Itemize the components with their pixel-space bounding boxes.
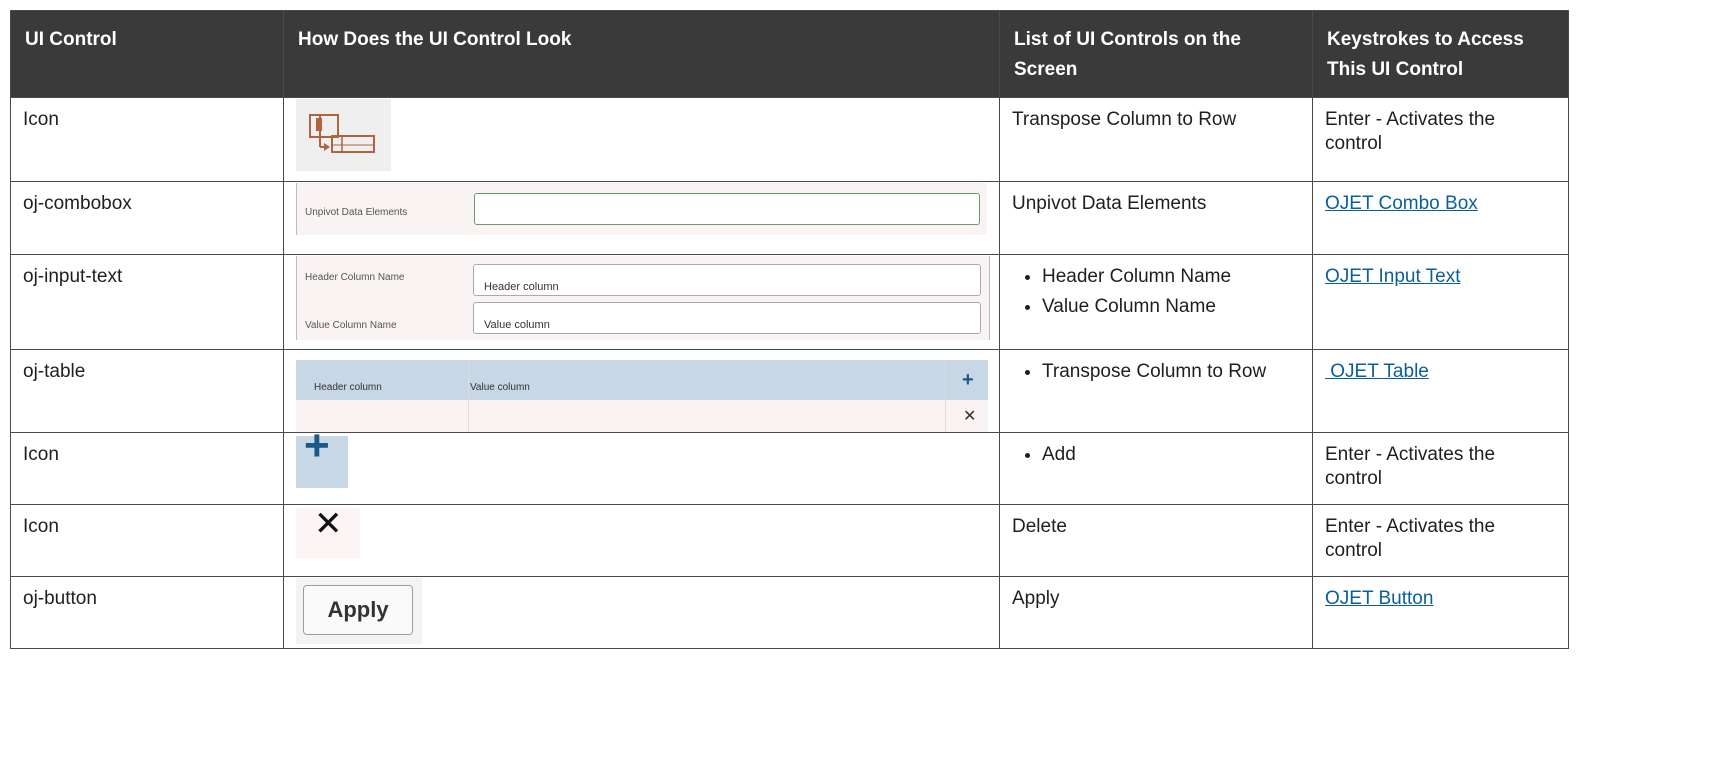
keystrokes: Enter - Activates the control xyxy=(1312,97,1569,182)
transpose-column-to-row-icon xyxy=(296,99,391,171)
control-type: oj-button xyxy=(10,576,284,649)
plus-icon[interactable]: + xyxy=(296,424,348,488)
table-row: Icon ✕ Delete Enter - Activates the cont… xyxy=(10,504,1569,577)
control-type: Icon xyxy=(10,97,284,182)
table-preview: Header column Value column + ✕ xyxy=(296,360,988,432)
ui-controls-table: UI Control How Does the UI Control Look … xyxy=(10,10,1569,649)
control-preview xyxy=(283,97,1000,182)
control-list-items: Transpose Column to Row xyxy=(1012,360,1300,384)
keystrokes: OJET Button xyxy=(1312,576,1569,649)
control-type: oj-input-text xyxy=(10,254,284,350)
table-preview-header xyxy=(296,360,988,400)
combobox-label: Unpivot Data Elements xyxy=(305,207,408,218)
value-column-name-label: Value Column Name xyxy=(305,320,397,331)
control-list-items: Add xyxy=(1012,443,1300,467)
keystrokes: OJET Table xyxy=(1312,349,1569,433)
close-icon[interactable]: ✕ xyxy=(963,405,976,429)
table-row: oj-combobox Unpivot Data Elements Unpivo… xyxy=(10,181,1569,255)
control-list: Apply xyxy=(999,576,1313,649)
table-row: oj-table Header column Value column + ✕ … xyxy=(10,349,1569,433)
unpivot-combobox-input[interactable] xyxy=(474,193,980,225)
table-row: Icon Transpose Column to Row Enter - Act… xyxy=(10,97,1569,182)
list-item: Header Column Name xyxy=(1042,265,1300,289)
control-list: Transpose Column to Row xyxy=(999,349,1313,433)
ojet-combobox-link[interactable]: OJET Combo Box xyxy=(1325,193,1478,214)
column-divider xyxy=(468,360,469,432)
control-list: Unpivot Data Elements xyxy=(999,181,1313,255)
control-list-items: Header Column Name Value Column Name xyxy=(1012,265,1300,319)
apply-button[interactable]: Apply xyxy=(303,585,413,635)
control-preview: Header Column Name Header column Value C… xyxy=(283,254,1000,350)
value-column-name-input[interactable]: Value column xyxy=(473,302,981,334)
control-preview: + xyxy=(283,424,1000,505)
ojet-button-link[interactable]: OJET Button xyxy=(1325,588,1433,609)
table-header-row: UI Control How Does the UI Control Look … xyxy=(10,10,1569,98)
table-preview-body xyxy=(296,400,988,432)
control-preview: ✕ xyxy=(283,504,1000,577)
header-column-name-label: Header Column Name xyxy=(305,272,405,283)
control-type: Icon xyxy=(10,504,284,577)
header-ui-control: UI Control xyxy=(10,10,284,98)
keystrokes: OJET Input Text xyxy=(1312,254,1569,350)
control-type: oj-table xyxy=(10,349,284,433)
table-col-header-column: Header column xyxy=(314,382,382,393)
header-look: How Does the UI Control Look xyxy=(283,10,1000,98)
keystrokes: OJET Combo Box xyxy=(1312,181,1569,255)
ojet-table-link[interactable]: OJET Table xyxy=(1325,361,1429,382)
control-list: Add xyxy=(999,432,1313,505)
list-item: Add xyxy=(1042,443,1300,467)
table-row: Icon + Add Enter - Activates the control xyxy=(10,424,1569,505)
keystrokes: Enter - Activates the control xyxy=(1312,432,1569,505)
list-item: Transpose Column to Row xyxy=(1042,360,1300,384)
input-text-preview: Header Column Name Header column Value C… xyxy=(296,256,990,340)
control-list: Transpose Column to Row xyxy=(999,97,1313,182)
control-list: Delete xyxy=(999,504,1313,577)
plus-icon[interactable]: + xyxy=(962,368,974,392)
ojet-input-text-link[interactable]: OJET Input Text xyxy=(1325,266,1461,287)
control-type: Icon xyxy=(10,432,284,505)
close-icon[interactable]: ✕ xyxy=(296,507,360,558)
column-divider xyxy=(945,360,946,432)
table-row: oj-button Apply Apply OJET Button xyxy=(10,576,1569,649)
header-list: List of UI Controls on the Screen xyxy=(999,10,1313,98)
table-col-value-column: Value column xyxy=(470,382,530,393)
control-preview: Apply xyxy=(283,576,1000,649)
header-keystrokes: Keystrokes to Access This UI Control xyxy=(1312,10,1569,98)
control-type: oj-combobox xyxy=(10,181,284,255)
table-row: oj-input-text Header Column Name Header … xyxy=(10,254,1569,350)
control-list: Header Column Name Value Column Name xyxy=(999,254,1313,350)
list-item: Value Column Name xyxy=(1042,295,1300,319)
keystrokes: Enter - Activates the control xyxy=(1312,504,1569,577)
control-preview: Header column Value column + ✕ xyxy=(283,349,1000,433)
header-column-name-input[interactable]: Header column xyxy=(473,264,981,296)
apply-button-preview: Apply xyxy=(296,578,422,644)
control-preview: Unpivot Data Elements xyxy=(283,181,1000,255)
combobox-preview: Unpivot Data Elements xyxy=(296,183,987,235)
